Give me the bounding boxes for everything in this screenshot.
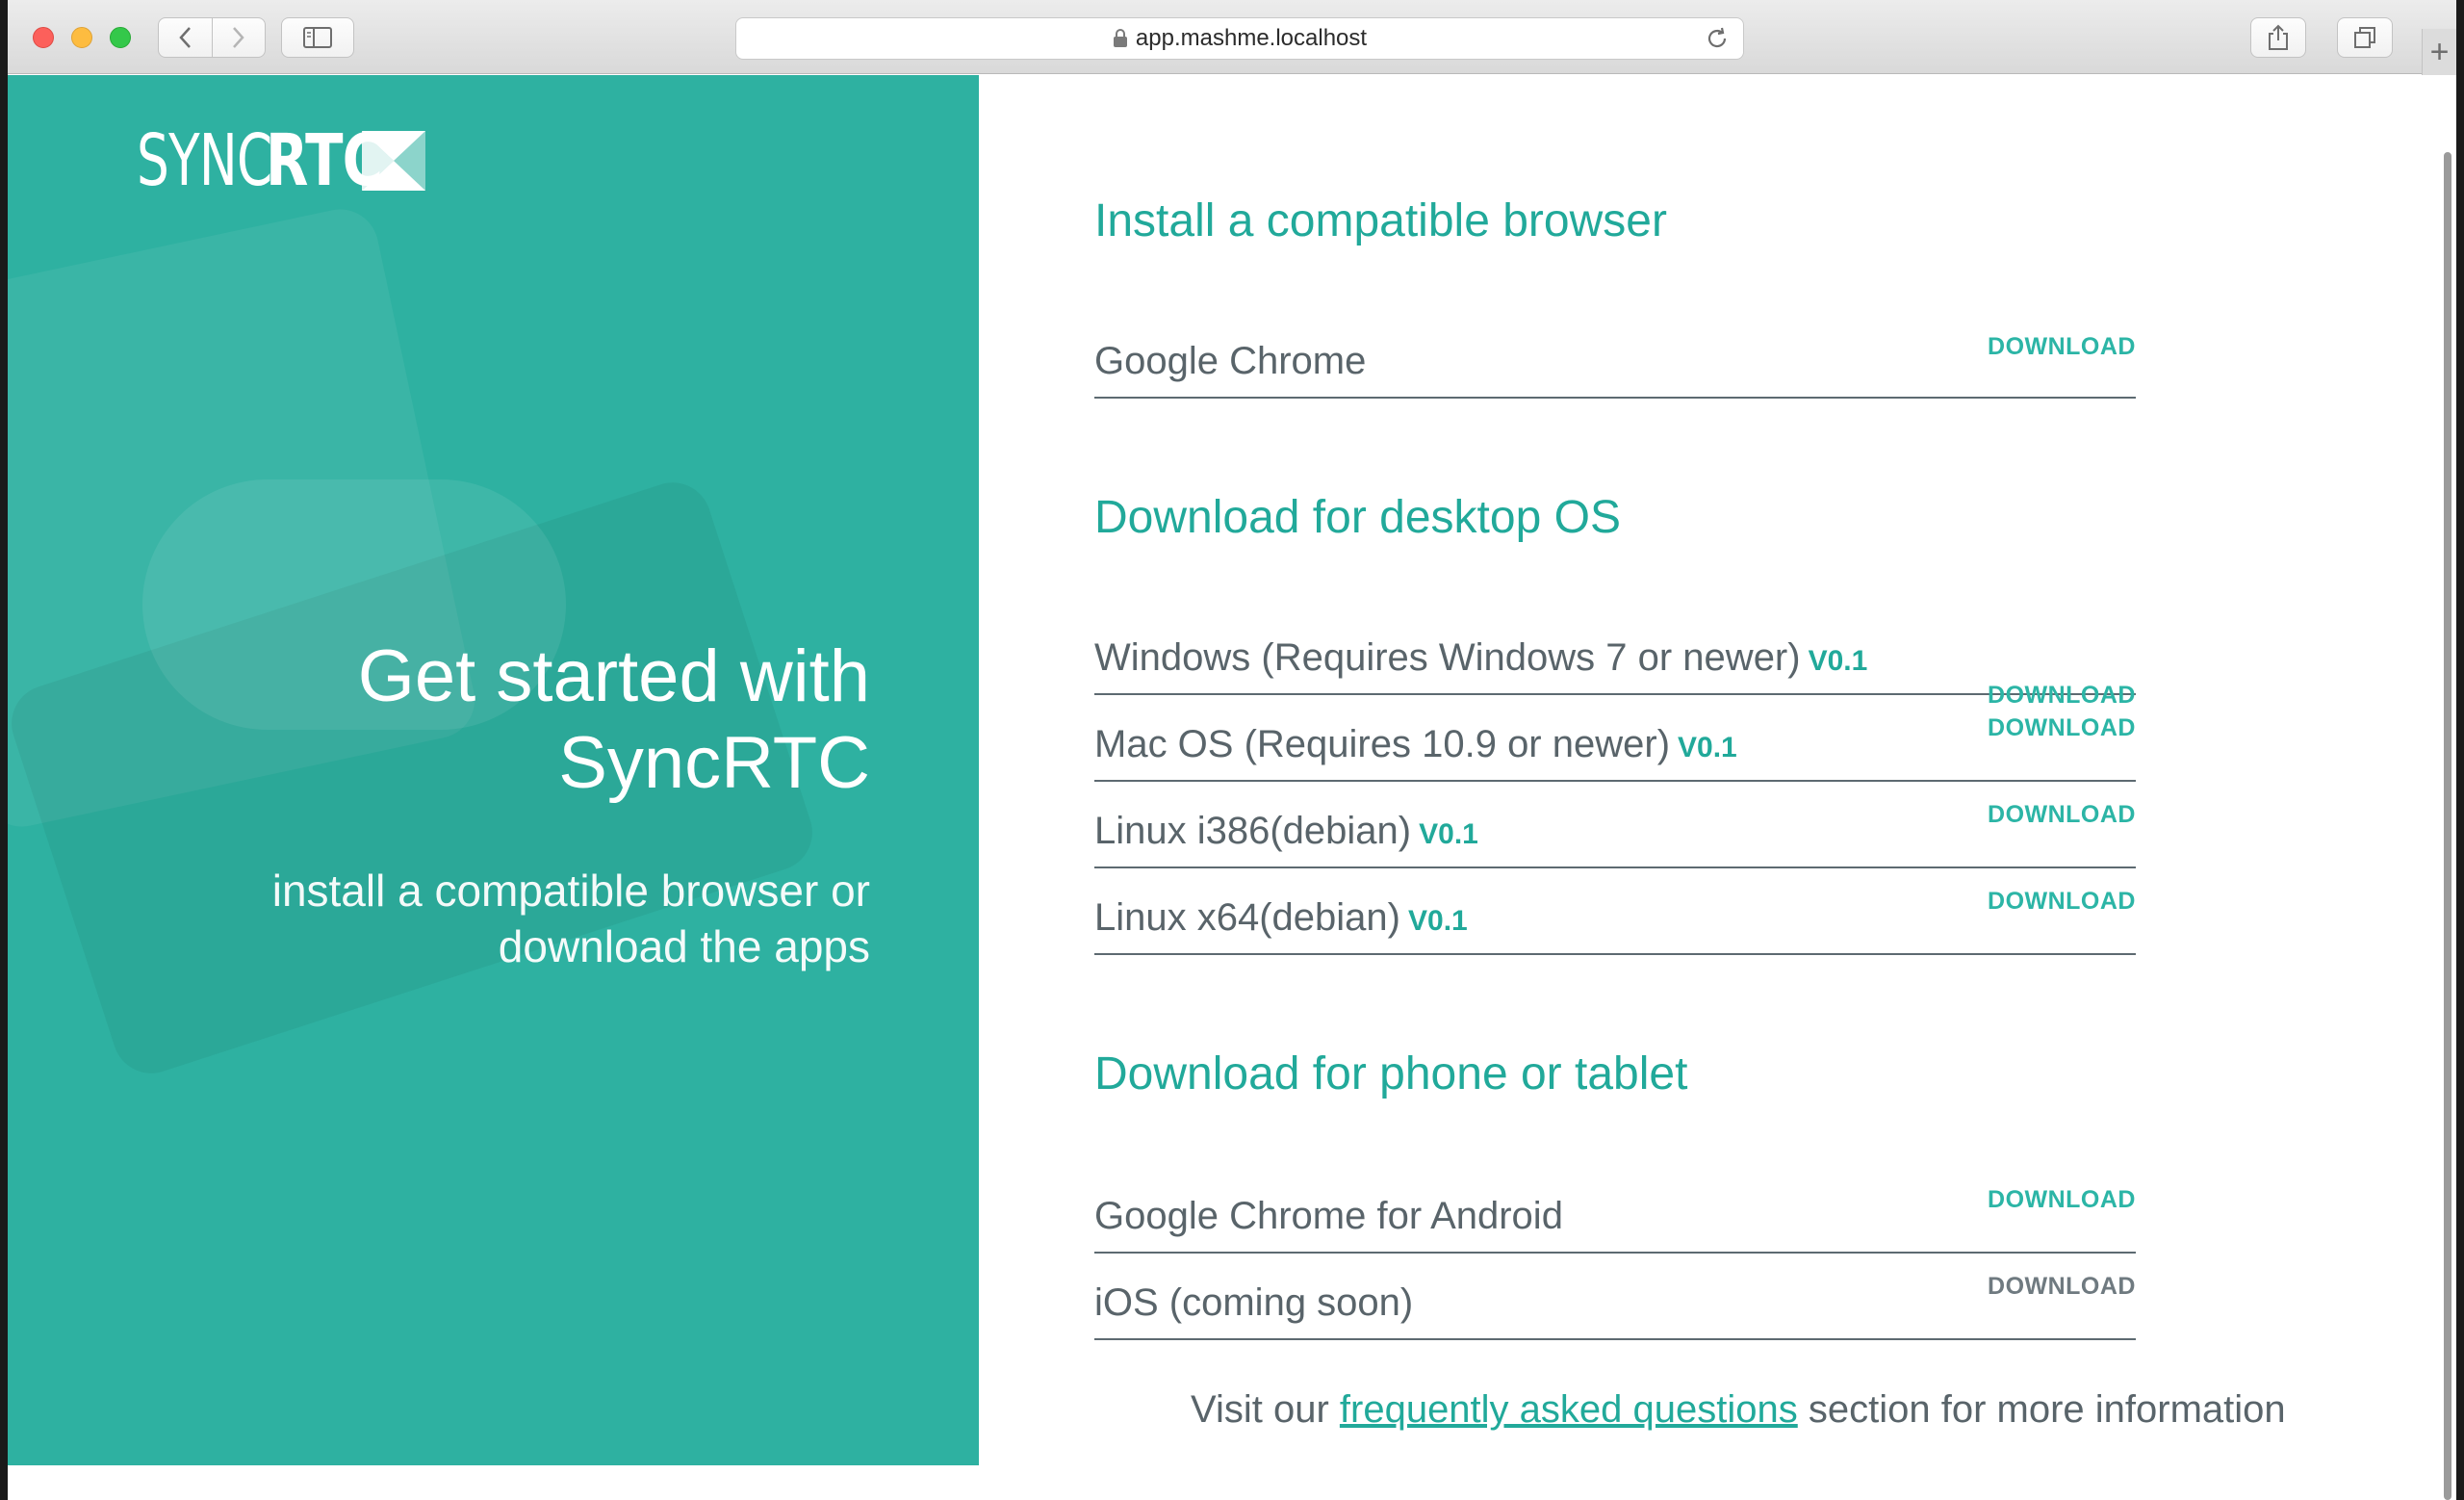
syncrtc-logo: SYNC RTC xyxy=(137,125,425,196)
download-chrome-button[interactable]: DOWNLOAD xyxy=(1988,333,2136,361)
url-text: app.mashme.localhost xyxy=(1135,25,1368,51)
download-row-linux-x64: Linux x64(debian) V0.1 DOWNLOAD xyxy=(1094,868,2136,955)
download-row-android: Google Chrome for Android DOWNLOAD xyxy=(1094,1167,2136,1254)
back-button[interactable] xyxy=(159,18,212,57)
download-row-macos: Mac OS (Requires 10.9 or newer) V0.1 DOWN… xyxy=(1094,695,2136,782)
section-title-mobile: Download for phone or tablet xyxy=(1094,1048,1688,1099)
version-badge: V0.1 xyxy=(1678,732,1737,763)
download-linux-i386-button[interactable]: DOWNLOAD xyxy=(1988,801,2136,829)
hero-title: Get started with SyncRTC xyxy=(100,634,870,807)
share-icon xyxy=(2269,24,2288,50)
chevron-right-icon xyxy=(232,27,244,48)
section-title-desktop: Download for desktop OS xyxy=(1094,492,1621,543)
download-row-chrome: Google Chrome DOWNLOAD xyxy=(1094,314,2136,399)
minimize-window-button[interactable] xyxy=(71,27,92,48)
zoom-window-button[interactable] xyxy=(110,27,131,48)
lock-icon xyxy=(1113,29,1128,48)
download-ios-button[interactable]: DOWNLOAD xyxy=(1988,1273,2136,1301)
download-android-button[interactable]: DOWNLOAD xyxy=(1988,1186,2136,1214)
download-item-label: Google Chrome xyxy=(1094,340,1367,382)
tabs-icon xyxy=(2354,27,2375,48)
hero-subtitle-line-1: install a compatible browser or xyxy=(271,866,870,916)
faq-notice: Visit our frequently asked questions sec… xyxy=(1191,1388,2286,1432)
downloads-section: Install a compatible browser Google Chro… xyxy=(1094,75,2153,1500)
download-item-label: Linux x64(debian) V0.1 xyxy=(1094,896,1468,939)
navigation-buttons xyxy=(158,17,266,58)
download-item-label: Linux i386(debian) V0.1 xyxy=(1094,810,1478,852)
sidebar-icon xyxy=(303,27,332,48)
browser-toolbar: app.mashme.localhost + xyxy=(8,0,2456,75)
download-item-label: Windows (Requires Windows 7 or newer) V0.… xyxy=(1094,636,1868,679)
logo-text-bold: RTC xyxy=(266,119,383,202)
scrollbar-thumb[interactable] xyxy=(2444,152,2451,1500)
plus-icon: + xyxy=(2429,33,2450,70)
hero-subtitle: install a compatible browser or download… xyxy=(100,863,870,974)
logo-text-thin: SYNC xyxy=(137,119,272,202)
share-button[interactable] xyxy=(2250,17,2306,58)
download-row-linux-i386: Linux i386(debian) V0.1 DOWNLOAD xyxy=(1094,782,2136,868)
download-item-label: Google Chrome for Android xyxy=(1094,1195,1563,1237)
faq-suffix: section for more information xyxy=(1797,1388,2286,1431)
new-tab-button[interactable]: + xyxy=(2422,29,2456,75)
hero-subtitle-line-2: download the apps xyxy=(498,921,870,971)
download-row-windows: Windows (Requires Windows 7 or newer) V0.… xyxy=(1094,610,2136,709)
download-macos-button[interactable]: DOWNLOAD xyxy=(1988,714,2136,742)
reload-icon[interactable] xyxy=(1705,26,1730,51)
address-bar[interactable]: app.mashme.localhost xyxy=(735,17,1744,60)
page-content: SYNC RTC Get started with SyncRTC instal… xyxy=(8,75,2456,1500)
hero-panel: SYNC RTC Get started with SyncRTC instal… xyxy=(8,75,979,1465)
faq-prefix: Visit our xyxy=(1191,1388,1340,1431)
hero-title-line-2: SyncRTC xyxy=(558,722,870,804)
hero-title-line-1: Get started with xyxy=(357,635,870,717)
vertical-scrollbar[interactable] xyxy=(2441,114,2454,1500)
version-badge: V0.1 xyxy=(1808,645,1868,677)
forward-button[interactable] xyxy=(211,18,266,57)
section-title-browser: Install a compatible browser xyxy=(1094,195,1667,246)
download-linux-x64-button[interactable]: DOWNLOAD xyxy=(1988,888,2136,916)
download-item-label: iOS (coming soon) xyxy=(1094,1281,1414,1324)
version-badge: V0.1 xyxy=(1408,905,1468,937)
tab-overview-button[interactable] xyxy=(2337,17,2393,58)
browser-window: app.mashme.localhost + SYNC RTC Get star… xyxy=(8,0,2456,1500)
sidebar-toggle-button[interactable] xyxy=(281,17,354,58)
version-badge: V0.1 xyxy=(1419,818,1478,850)
close-window-button[interactable] xyxy=(33,27,54,48)
download-row-ios: iOS (coming soon) DOWNLOAD xyxy=(1094,1254,2136,1340)
faq-link[interactable]: frequently asked questions xyxy=(1340,1388,1798,1431)
download-item-label: Mac OS (Requires 10.9 or newer) V0.1 xyxy=(1094,723,1737,765)
chevron-left-icon xyxy=(179,27,192,48)
